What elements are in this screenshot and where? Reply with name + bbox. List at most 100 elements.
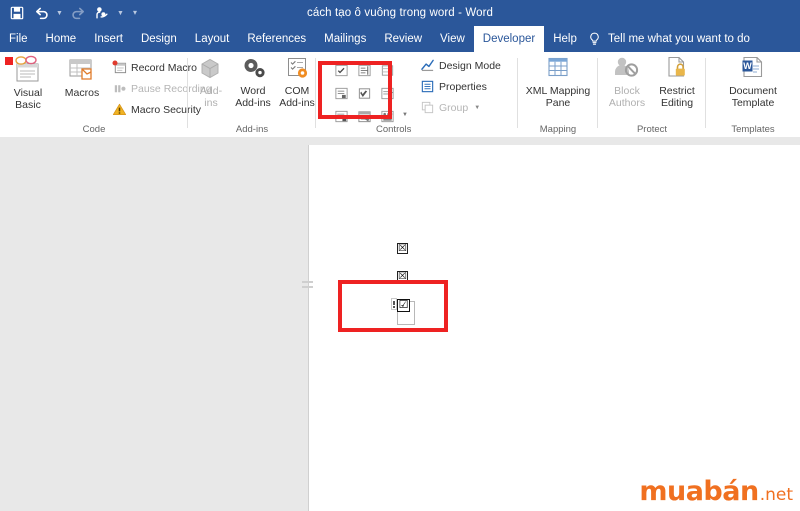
undo-icon[interactable]	[30, 2, 52, 24]
tab-design[interactable]: Design	[132, 26, 186, 52]
touch-mode-dropdown-caret-icon[interactable]: ▼	[115, 2, 126, 24]
redo-icon	[67, 2, 89, 24]
macros-icon	[69, 59, 92, 80]
block-authors-label: Block Authors	[608, 85, 646, 109]
tab-references[interactable]: References	[238, 26, 315, 52]
word-addins-label: Word Add-ins	[235, 85, 271, 109]
tab-developer[interactable]: Developer	[473, 26, 545, 52]
warning-triangle-icon	[112, 103, 127, 115]
word-addins-icon	[244, 59, 265, 78]
restrict-editing-label: Restrict Editing	[659, 85, 695, 109]
restrict-editing-icon	[668, 56, 685, 77]
ribbon-content: Visual Basic Macros Record Macro Pause R…	[0, 52, 800, 138]
word-addins-button[interactable]: Word Add-ins	[230, 55, 276, 109]
block-authors-button: Block Authors	[601, 55, 653, 109]
properties-icon	[421, 80, 434, 93]
addins-icon	[201, 58, 219, 79]
document-page[interactable]: ☒ ☒ ☑ muabán .net	[308, 145, 800, 511]
touch-mouse-mode-icon[interactable]	[91, 2, 113, 24]
ruler-indent-marker-bottom[interactable]	[302, 286, 313, 288]
xml-mapping-pane-icon	[548, 57, 568, 77]
addins-button: Add-ins	[191, 55, 231, 109]
tab-review[interactable]: Review	[375, 26, 431, 52]
checked-checkbox-glyph[interactable]: ☑	[397, 299, 410, 312]
group-label: Group	[439, 101, 469, 114]
document-template-button[interactable]: W Document Template	[722, 55, 784, 109]
document-work-area: ☒ ☒ ☑ muabán .net	[0, 137, 800, 511]
group-label-controls: Controls	[376, 124, 412, 135]
ribbon-tabs: File Home Insert Design Layout Reference…	[0, 26, 586, 52]
tab-file[interactable]: File	[0, 26, 37, 52]
design-mode-label: Design Mode	[439, 59, 501, 72]
group-label-code: Code	[82, 124, 106, 135]
group-button: Group ▼	[420, 98, 480, 117]
tab-layout[interactable]: Layout	[186, 26, 239, 52]
controls-gallery-more-caret-icon[interactable]: ▼	[400, 104, 410, 126]
group-label-protect: Protect	[636, 124, 668, 135]
ribbon-group-protect: Block Authors Restrict Editing Protect	[598, 52, 706, 137]
rich-text-content-control-icon[interactable]	[330, 59, 352, 81]
lightbulb-icon	[590, 32, 599, 45]
visual-basic-button[interactable]: Visual Basic	[2, 55, 54, 111]
macros-label: Macros	[64, 87, 100, 99]
picture-content-control-icon[interactable]	[376, 59, 398, 81]
ribbon-group-controls: ▼ Design Mode Properties Group ▼ Control…	[316, 52, 518, 137]
group-label-templates: Templates	[731, 124, 775, 135]
pause-recording-icon	[114, 85, 126, 93]
xml-mapping-pane-button[interactable]: XML Mapping Pane	[523, 55, 593, 109]
design-mode-button[interactable]: Design Mode	[420, 56, 501, 75]
undo-dropdown-caret-icon[interactable]: ▼	[54, 2, 65, 24]
com-addins-icon	[288, 58, 308, 78]
ribbon-group-addins: Add-ins Word Add-ins COM Add-ins Add-ins	[188, 52, 316, 137]
drop-down-list-content-control-icon[interactable]	[330, 105, 352, 127]
com-addins-label: COM Add-ins	[279, 85, 315, 109]
block-authors-icon	[615, 57, 639, 77]
document-template-icon: W	[742, 56, 763, 78]
checkbox-glyph-1[interactable]: ☒	[397, 243, 408, 254]
checked-checkbox-mark: ☑	[398, 299, 409, 311]
check-box-content-control-icon[interactable]	[353, 82, 375, 104]
tab-home[interactable]: Home	[37, 26, 86, 52]
tell-me-search[interactable]: Tell me what you want to do	[588, 26, 750, 52]
date-picker-content-control-icon[interactable]	[353, 105, 375, 127]
restrict-editing-button[interactable]: Restrict Editing	[651, 55, 703, 109]
macros-button[interactable]: Macros	[55, 55, 109, 100]
ruler-indent-marker-top[interactable]	[302, 281, 313, 283]
plain-text-content-control-icon[interactable]	[353, 59, 375, 81]
checkbox-glyph-2-mark: ☒	[398, 270, 407, 282]
xml-mapping-pane-label: XML Mapping Pane	[525, 85, 591, 109]
addins-label: Add-ins	[199, 85, 223, 109]
tab-help[interactable]: Help	[544, 26, 586, 52]
tab-mailings[interactable]: Mailings	[315, 26, 375, 52]
check-box-content-control[interactable]: ☑	[391, 297, 415, 325]
document-template-label: Document Template	[729, 85, 777, 109]
svg-text:W: W	[743, 61, 752, 71]
group-label-addins: Add-ins	[235, 124, 269, 135]
tell-me-label: Tell me what you want to do	[608, 33, 750, 45]
tab-view[interactable]: View	[431, 26, 474, 52]
word-window: ▼ ▼ ▾ cách tạo ô vuông trong word - Word	[0, 0, 800, 511]
visual-basic-label: Visual Basic	[13, 87, 43, 111]
quick-access-toolbar: ▼ ▼ ▾	[6, 0, 142, 26]
ribbon-group-mapping: XML Mapping Pane Mapping	[518, 52, 598, 137]
com-addins-button[interactable]: COM Add-ins	[274, 55, 320, 109]
properties-button[interactable]: Properties	[420, 77, 487, 96]
group-icon	[421, 101, 434, 114]
group-label-mapping: Mapping	[539, 124, 577, 135]
group-dropdown-caret-icon: ▼	[474, 104, 481, 111]
watermark-muaban: muabán .net	[639, 478, 793, 505]
checkbox-glyph-1-mark: ☒	[398, 242, 407, 254]
building-block-gallery-content-control-icon[interactable]	[330, 82, 352, 104]
record-macro-button[interactable]: Record Macro	[112, 58, 197, 77]
visual-basic-icon	[15, 55, 39, 82]
combo-box-content-control-icon[interactable]	[376, 82, 398, 104]
content-controls-gallery[interactable]	[330, 59, 398, 127]
customize-quick-access-toolbar-icon[interactable]: ▾	[128, 2, 142, 24]
ribbon-tab-strip: File Home Insert Design Layout Reference…	[0, 26, 800, 52]
save-icon[interactable]	[6, 2, 28, 24]
watermark-suffix: .net	[759, 485, 793, 505]
ribbon-group-templates: W Document Template Templates	[706, 52, 800, 137]
design-mode-icon	[421, 59, 434, 72]
checkbox-glyph-2[interactable]: ☒	[397, 271, 408, 282]
tab-insert[interactable]: Insert	[85, 26, 132, 52]
